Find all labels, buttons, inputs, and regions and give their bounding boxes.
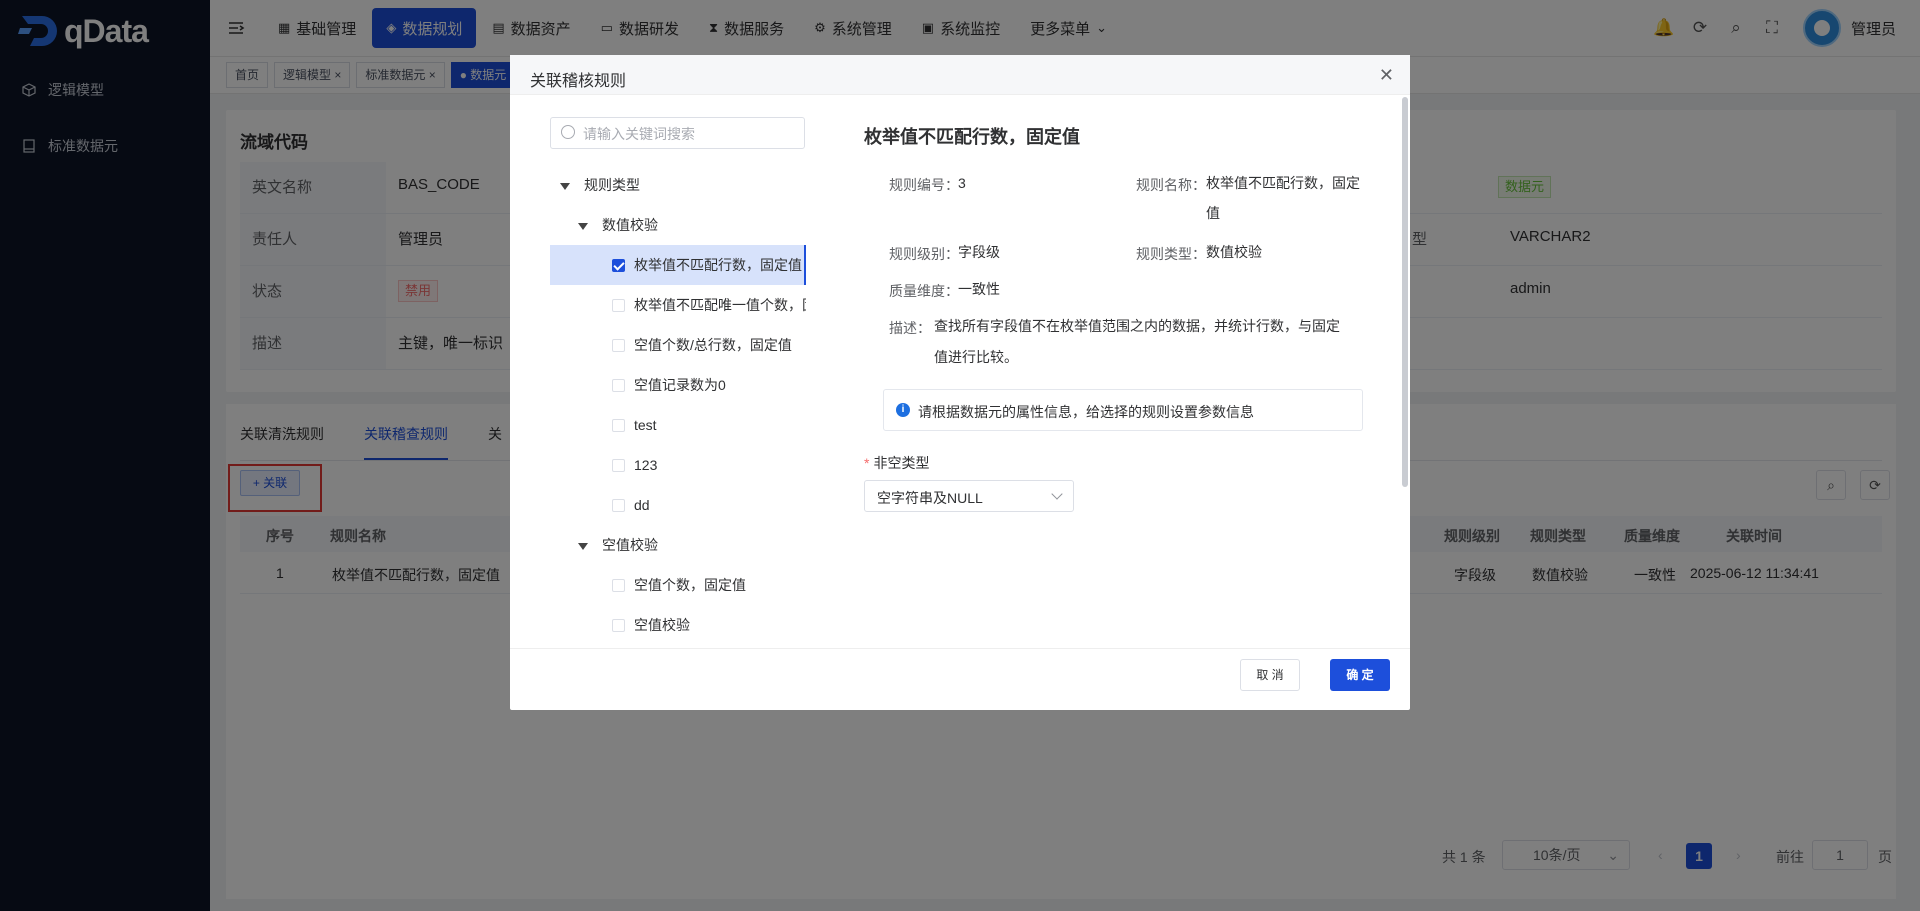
tree-leaf[interactable]: 枚举值不匹配行数，固定值: [550, 245, 806, 285]
checkbox[interactable]: [612, 379, 625, 392]
tree-leaf[interactable]: test: [550, 405, 806, 445]
quality-dimension: 一致性: [958, 281, 1000, 297]
cancel-button[interactable]: 取 消: [1240, 659, 1300, 691]
associate-audit-rule-dialog: 关联稽核规则 ✕ 请输入关键词搜索 规则类型 数值校验 枚举值不匹配行数，固定值…: [510, 55, 1410, 710]
rule-type: 数值校验: [1206, 244, 1262, 260]
dialog-title: 关联稽核规则: [530, 73, 627, 90]
checkbox[interactable]: [612, 579, 625, 592]
tree-search-input[interactable]: 请输入关键词搜索: [550, 117, 805, 149]
checkbox[interactable]: [612, 499, 625, 512]
search-icon: [561, 125, 575, 139]
dialog-footer: 取 消 确 定: [510, 648, 1410, 710]
tree-node-rule-type[interactable]: 规则类型: [550, 165, 806, 205]
form-label-null-type: * 非空类型: [864, 455, 930, 471]
close-icon[interactable]: ✕: [1379, 65, 1394, 86]
caret-down-icon: [560, 182, 570, 190]
checkbox[interactable]: [612, 299, 625, 312]
info-notice: i 请根据数据元的属性信息，给选择的规则设置参数信息: [883, 389, 1363, 431]
rule-description: 查找所有字段值不在枚举值范围之内的数据，并统计行数，与固定: [934, 318, 1340, 334]
tree-leaf[interactable]: 空值个数/总行数，固定值: [550, 325, 806, 365]
rule-description-cont: 值进行比较。: [934, 349, 1018, 365]
chevron-down-icon: [1051, 488, 1063, 500]
rule-detail-title: 枚举值不匹配行数，固定值: [864, 127, 1080, 147]
tree-leaf[interactable]: dd: [550, 485, 806, 525]
info-icon: i: [896, 403, 910, 417]
checkbox[interactable]: [612, 619, 625, 632]
rule-tree: 规则类型 数值校验 枚举值不匹配行数，固定值 枚举值不匹配唯一值个数，固 空值个…: [550, 165, 806, 646]
tree-node-null-check[interactable]: 空值校验: [550, 525, 806, 565]
caret-down-icon: [578, 222, 588, 230]
caret-down-icon: [578, 542, 588, 550]
tree-leaf[interactable]: 空值校验: [550, 605, 806, 645]
tree-leaf[interactable]: 空值记录数为0: [550, 365, 806, 405]
checkbox[interactable]: [612, 459, 625, 472]
tree-node-numeric-check[interactable]: 数值校验: [550, 205, 806, 245]
checkbox[interactable]: [612, 339, 625, 352]
checkbox-checked[interactable]: [612, 259, 625, 272]
tree-leaf[interactable]: 枚举值不匹配唯一值个数，固: [550, 285, 806, 325]
rule-number: 3: [958, 175, 966, 191]
confirm-button[interactable]: 确 定: [1330, 659, 1390, 691]
rule-name-cont: 值: [1206, 205, 1220, 221]
tree-leaf[interactable]: 空值个数，固定值: [550, 565, 806, 605]
checkbox[interactable]: [612, 419, 625, 432]
rule-level: 字段级: [958, 244, 1000, 260]
rule-name: 枚举值不匹配行数，固定: [1206, 175, 1360, 191]
null-type-select[interactable]: 空字符串及NULL: [864, 480, 1074, 512]
tree-leaf[interactable]: 123: [550, 445, 806, 485]
scrollbar[interactable]: [1402, 97, 1408, 487]
dialog-header: 关联稽核规则: [510, 55, 1410, 95]
